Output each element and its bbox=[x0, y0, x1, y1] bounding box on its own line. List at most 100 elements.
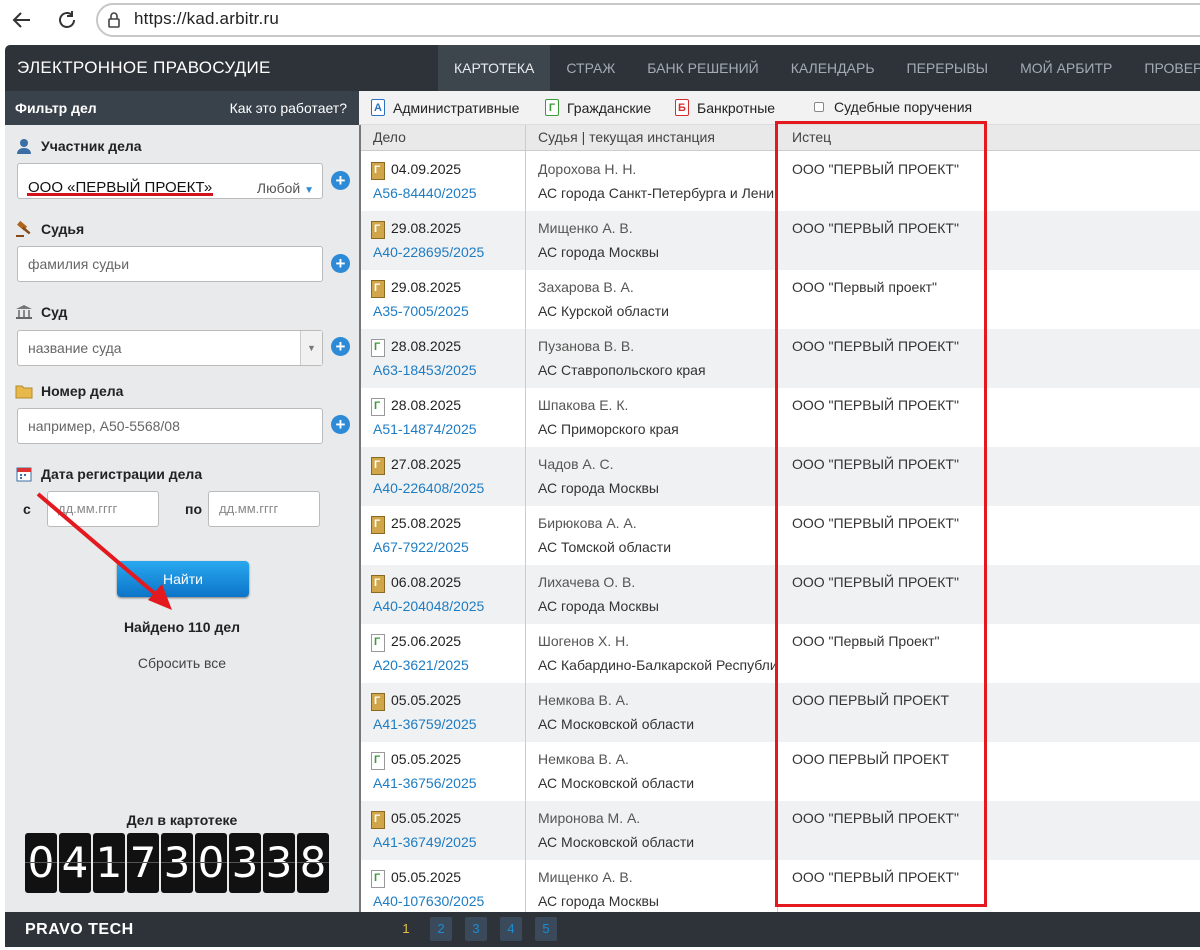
document-icon: Г bbox=[371, 280, 385, 298]
type-administrative[interactable]: А Административные bbox=[371, 99, 519, 116]
case-number-link[interactable]: А20-3621/2025 bbox=[373, 657, 469, 673]
reload-icon[interactable] bbox=[55, 8, 79, 32]
case-number-link[interactable]: А63-18453/2025 bbox=[373, 362, 477, 378]
nav-item-bank-resheniy[interactable]: БАНК РЕШЕНИЙ bbox=[631, 45, 774, 91]
court-select[interactable]: название суда ▼ bbox=[17, 330, 323, 366]
court-name: АС Московской области bbox=[538, 775, 695, 791]
case-date: 25.06.2025 bbox=[391, 633, 462, 649]
browser-toolbar: https://kad.arbitr.ru bbox=[0, 0, 1200, 40]
type-court-orders-label: Судебные поручения bbox=[834, 99, 973, 115]
pagination-bar: 12345 bbox=[359, 912, 1200, 947]
court-label: Суд bbox=[15, 303, 67, 321]
reset-all-link[interactable]: Сбросить все bbox=[5, 655, 359, 671]
page-button[interactable]: 4 bbox=[500, 917, 522, 941]
dropdown-arrow-icon[interactable]: ▼ bbox=[300, 331, 322, 365]
case-number-link[interactable]: А40-107630/2025 bbox=[373, 893, 484, 909]
type-bankruptcy-label: Банкротные bbox=[697, 99, 776, 116]
case-date: 04.09.2025 bbox=[391, 161, 462, 177]
case-number-label: Номер дела bbox=[15, 382, 123, 400]
case-number-link[interactable]: А51-14874/2025 bbox=[373, 421, 477, 437]
page-button[interactable]: 1 bbox=[395, 917, 417, 941]
page-button[interactable]: 5 bbox=[535, 917, 557, 941]
counter-digit: 3 bbox=[161, 833, 193, 893]
add-participant-button[interactable]: + bbox=[331, 171, 350, 190]
case-number-link[interactable]: А56-84440/2025 bbox=[373, 185, 477, 201]
participant-role-value: Любой bbox=[256, 180, 301, 196]
folder-icon bbox=[15, 382, 33, 400]
nav-item-my-arbitr[interactable]: МОЙ АРБИТР bbox=[1004, 45, 1128, 91]
page-button[interactable]: 3 bbox=[465, 917, 487, 941]
case-date: 25.08.2025 bbox=[391, 515, 462, 531]
counter-title: Дел в картотеке bbox=[126, 812, 238, 828]
court-placeholder: название суда bbox=[28, 340, 122, 356]
case-number-link[interactable]: А67-7922/2025 bbox=[373, 539, 469, 555]
back-arrow-icon[interactable] bbox=[10, 8, 34, 32]
participant-label: Участник дела bbox=[15, 137, 142, 155]
gavel-icon bbox=[15, 220, 33, 238]
counter-digit: 0 bbox=[25, 833, 57, 893]
case-number-link[interactable]: А41-36759/2025 bbox=[373, 716, 477, 732]
how-it-works-link[interactable]: Как это работает? bbox=[230, 100, 347, 116]
document-icon: Г bbox=[371, 457, 385, 475]
participant-input[interactable]: ООО «ПЕРВЫЙ ПРОЕКТ» Любой ▼ bbox=[17, 163, 323, 199]
add-judge-button[interactable]: + bbox=[331, 254, 350, 273]
judge-name: Шпакова Е. К. bbox=[538, 397, 629, 413]
judge-label: Судья bbox=[15, 220, 84, 238]
judge-name: Захарова В. А. bbox=[538, 279, 634, 295]
case-number-link[interactable]: А41-36756/2025 bbox=[373, 775, 477, 791]
nav-item-strazh[interactable]: СТРАЖ bbox=[550, 45, 631, 91]
judge-name: Миронова М. А. bbox=[538, 810, 641, 826]
court-name: АС города Москвы bbox=[538, 598, 659, 614]
user-icon bbox=[15, 137, 33, 155]
nav-item-kartoteka[interactable]: КАРТОТЕКА bbox=[438, 45, 551, 91]
court-name: АС Московской области bbox=[538, 716, 695, 732]
judge-name: Немкова В. А. bbox=[538, 692, 629, 708]
add-case-number-button[interactable]: + bbox=[331, 415, 350, 434]
judge-input[interactable]: фамилия судьи bbox=[17, 246, 323, 282]
filter-header: Фильтр дел Как это работает? bbox=[5, 91, 359, 125]
type-bankruptcy[interactable]: Б Банкротные bbox=[675, 99, 775, 116]
administrative-icon: А bbox=[371, 99, 385, 116]
participant-role-select[interactable]: Любой ▼ bbox=[257, 171, 314, 208]
type-civil[interactable]: Г Гражданские bbox=[545, 99, 651, 116]
court-orders-checkbox[interactable] bbox=[814, 102, 824, 112]
add-court-button[interactable]: + bbox=[331, 337, 350, 356]
judge-name: Шогенов Х. Н. bbox=[538, 633, 630, 649]
th-judge[interactable]: Судья | текущая инстанция bbox=[538, 129, 715, 145]
date-to-input[interactable]: дд.мм.гггг bbox=[208, 491, 320, 527]
case-number-link[interactable]: А35-7005/2025 bbox=[373, 303, 469, 319]
case-date: 05.05.2025 bbox=[391, 692, 462, 708]
court-name: АС Кабардино-Балкарской Республики bbox=[538, 657, 776, 673]
document-icon: Г bbox=[371, 516, 385, 534]
pravo-tech-logo[interactable]: PRAVO TECH bbox=[25, 921, 134, 939]
counter-digit: 0 bbox=[195, 833, 227, 893]
type-court-orders[interactable]: Судебные поручения bbox=[814, 99, 972, 115]
case-number-link[interactable]: А40-204048/2025 bbox=[373, 598, 484, 614]
document-icon: Г bbox=[371, 398, 385, 416]
participant-value: ООО «ПЕРВЫЙ ПРОЕКТ» bbox=[28, 179, 213, 196]
site-header: ЭЛЕКТРОННОЕ ПРАВОСУДИЕ КАРТОТЕКА СТРАЖ Б… bbox=[5, 45, 1200, 91]
filter-title: Фильтр дел bbox=[15, 100, 97, 116]
case-number-link[interactable]: А40-228695/2025 bbox=[373, 244, 484, 260]
court-name: АС города Москвы bbox=[538, 893, 659, 909]
court-label-text: Суд bbox=[41, 304, 68, 320]
case-date: 28.08.2025 bbox=[391, 397, 462, 413]
date-to-label: по bbox=[185, 501, 203, 517]
case-number-link[interactable]: А41-36749/2025 bbox=[373, 834, 477, 850]
red-highlight-frame bbox=[775, 121, 987, 907]
judge-name: Дорохова Н. Н. bbox=[538, 161, 637, 177]
site-logo[interactable]: ЭЛЕКТРОННОЕ ПРАВОСУДИЕ bbox=[17, 58, 271, 78]
find-button[interactable]: Найти bbox=[117, 561, 249, 597]
page-button[interactable]: 2 bbox=[430, 917, 452, 941]
document-icon: Г bbox=[371, 870, 385, 888]
nav-item-signature-check[interactable]: ПРОВЕРКА ЭП bbox=[1128, 45, 1200, 91]
th-case[interactable]: Дело bbox=[373, 129, 406, 145]
red-underline-annotation bbox=[27, 193, 213, 196]
case-number-input[interactable]: например, А50-5568/08 bbox=[17, 408, 323, 444]
nav-item-calendar[interactable]: КАЛЕНДАРЬ bbox=[775, 45, 891, 91]
case-number-link[interactable]: А40-226408/2025 bbox=[373, 480, 484, 496]
nav-item-breaks[interactable]: ПЕРЕРЫВЫ bbox=[891, 45, 1005, 91]
date-from-input[interactable]: дд.мм.гггг bbox=[47, 491, 159, 527]
case-counter: 041730338 bbox=[25, 833, 329, 893]
counter-digit: 3 bbox=[229, 833, 261, 893]
